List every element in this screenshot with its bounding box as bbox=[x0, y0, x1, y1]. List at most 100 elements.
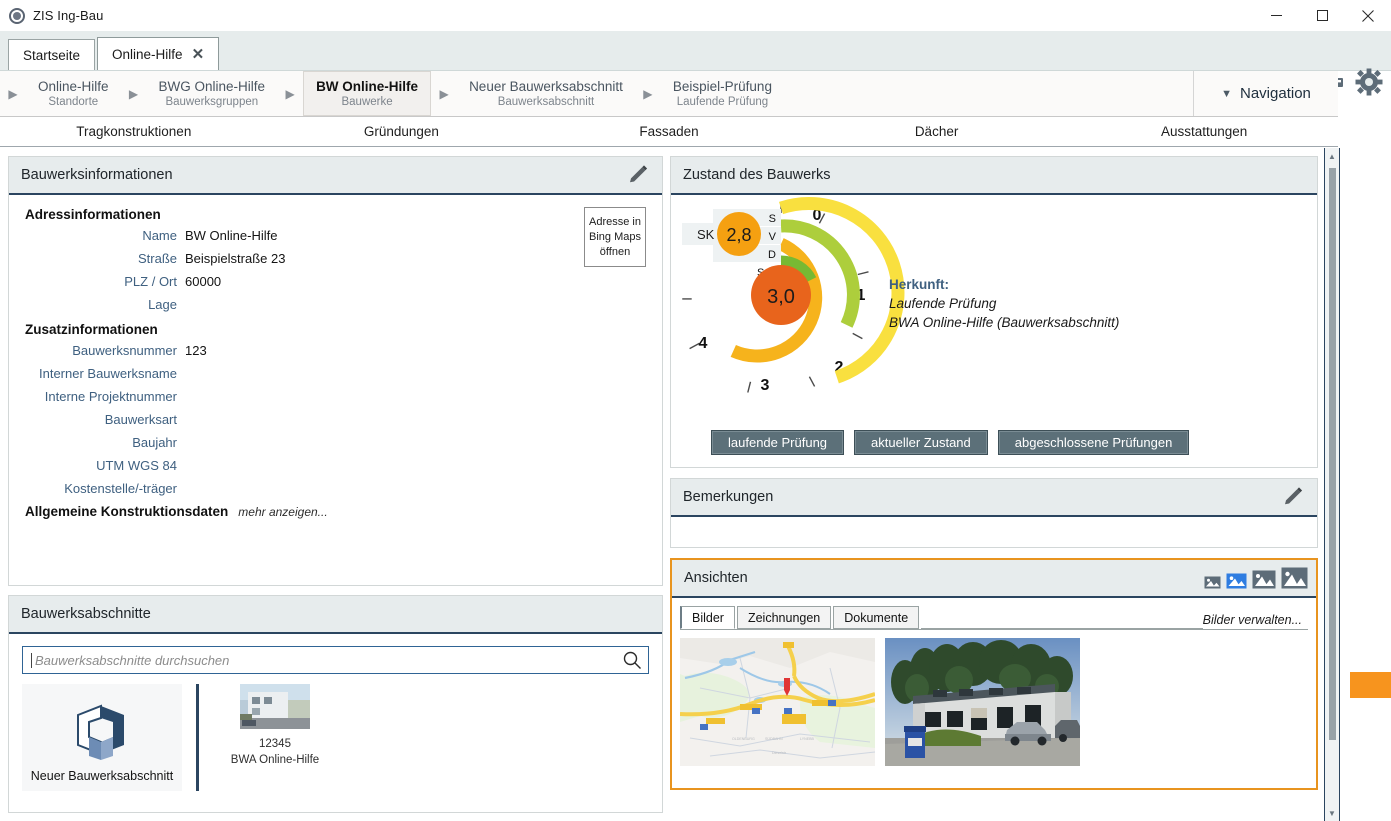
aktueller-zustand-button[interactable]: aktueller Zustand bbox=[854, 430, 988, 455]
breadcrumb: ▶ Online-Hilfe Standorte ▶ BWG Online-Hi… bbox=[0, 71, 1338, 117]
window-title: ZIS Ing-Bau bbox=[33, 8, 104, 23]
breadcrumb-subtitle: Bauwerksabschnitt bbox=[497, 95, 595, 108]
breadcrumb-title: Beispiel-Prüfung bbox=[672, 78, 772, 94]
field-row-name: Name BW Online-Hilfe bbox=[25, 228, 646, 243]
scrollbar-thumb[interactable] bbox=[1329, 168, 1336, 740]
gauge-tick-4: 4 bbox=[699, 335, 708, 352]
konstruktionsdaten-label: Allgemeine Konstruktionsdaten bbox=[25, 504, 229, 519]
field-label: UTM WGS 84 bbox=[96, 458, 177, 473]
search-input[interactable]: Bauwerksabschnitte durchsuchen bbox=[22, 646, 649, 674]
tab-zeichnungen[interactable]: Zeichnungen bbox=[736, 606, 832, 629]
field-label: PLZ / Ort bbox=[124, 274, 177, 289]
ansichten-tab-row: Bilder Zeichnungen Dokumente Bilder verw… bbox=[680, 606, 1308, 630]
bauwerksinformationen-panel: Bauwerksinformationen Adresse in Bing Ma… bbox=[8, 156, 663, 586]
gauge-center-value: 3,0 bbox=[767, 286, 795, 308]
title-bar: ZIS Ing-Bau bbox=[0, 0, 1391, 31]
gear-icon[interactable] bbox=[1355, 68, 1383, 96]
scroll-up-arrow[interactable]: ▲ bbox=[1325, 148, 1339, 164]
image-size-toggle-group bbox=[1204, 566, 1308, 590]
navigation-button[interactable]: ▼ Navigation bbox=[1193, 71, 1338, 116]
tab-startseite[interactable]: Startseite bbox=[8, 39, 96, 70]
field-row-interner-bauwerksname: Interner Bauwerksname bbox=[25, 366, 646, 381]
map-thumbnail[interactable]: OLDENBURG SÜDBAHN LYNEBB Dieselstr bbox=[680, 638, 875, 766]
mehr-anzeigen-link[interactable]: mehr anzeigen... bbox=[238, 505, 327, 519]
building-photo-thumbnail[interactable] bbox=[885, 638, 1080, 766]
field-row-plz-ort: PLZ / Ort 60000 bbox=[25, 274, 646, 289]
orange-marker-block[interactable] bbox=[1350, 672, 1391, 698]
gauge-arc-label-v: V bbox=[769, 231, 777, 243]
panel-header: Zustand des Bauwerks bbox=[671, 157, 1317, 195]
vertical-scrollbar[interactable]: ▲ ▼ bbox=[1324, 148, 1340, 821]
field-value[interactable]: 123 bbox=[185, 343, 207, 358]
gauge-arc-label-d: D bbox=[768, 249, 776, 261]
new-bauwerksabschnitt-button[interactable]: Neuer Bauwerksabschnitt bbox=[22, 684, 182, 791]
pencil-icon[interactable] bbox=[626, 163, 650, 187]
image-size-xs-icon[interactable] bbox=[1204, 575, 1221, 590]
bauwerksabschnitte-list: Neuer Bauwerksabschnitt 12345 BWA Online… bbox=[22, 684, 649, 794]
submenu-item-fassaden[interactable]: Fassaden bbox=[535, 124, 803, 139]
image-size-l-icon[interactable] bbox=[1281, 566, 1308, 590]
svg-text:SÜDBAHN: SÜDBAHN bbox=[765, 737, 783, 741]
building-photo-thumbnail bbox=[240, 684, 310, 729]
submenu-item-tragkonstruktionen[interactable]: Tragkonstruktionen bbox=[0, 124, 268, 139]
field-label: Bauwerksart bbox=[104, 412, 177, 427]
field-label: Bauwerksnummer bbox=[72, 343, 177, 358]
chevron-right-icon: ▶ bbox=[128, 86, 139, 101]
new-bauwerksabschnitt-label: Neuer Bauwerksabschnitt bbox=[30, 769, 174, 783]
submenu-item-daecher[interactable]: Dächer bbox=[803, 124, 1071, 139]
breadcrumb-item-bauwerksabschnitt[interactable]: Neuer Bauwerksabschnitt Bauwerksabschnit… bbox=[457, 71, 635, 116]
panel-header: Bauwerksinformationen bbox=[9, 157, 662, 195]
field-value[interactable]: BW Online-Hilfe bbox=[185, 228, 277, 243]
search-icon[interactable] bbox=[622, 650, 642, 670]
maximize-button[interactable] bbox=[1299, 0, 1345, 31]
breadcrumb-item-bauwerke[interactable]: BW Online-Hilfe Bauwerke bbox=[303, 71, 432, 116]
image-size-s-icon[interactable] bbox=[1226, 572, 1247, 590]
field-value[interactable]: 60000 bbox=[185, 274, 221, 289]
right-gutter bbox=[1339, 148, 1391, 821]
right-column: Zustand des Bauwerks – 0 1 2 3 4 S V D S… bbox=[670, 156, 1318, 790]
tab-online-hilfe[interactable]: Online-Hilfe ✕ bbox=[97, 37, 220, 70]
section-heading-zusatzinformationen: Zusatzinformationen bbox=[25, 322, 158, 337]
field-row-interne-projektnummer: Interne Projektnummer bbox=[25, 389, 646, 404]
field-row-strasse: Straße Beispielstraße 23 bbox=[25, 251, 646, 266]
scroll-down-arrow[interactable]: ▼ bbox=[1325, 805, 1339, 821]
field-value[interactable]: Beispielstraße 23 bbox=[185, 251, 285, 266]
panel-title: Bemerkungen bbox=[683, 489, 774, 505]
minimize-button[interactable] bbox=[1253, 0, 1299, 31]
field-row-lage: Lage bbox=[25, 297, 646, 312]
list-item[interactable]: 12345 BWA Online-Hilfe bbox=[215, 684, 335, 794]
image-size-m-icon[interactable] bbox=[1252, 569, 1276, 590]
submenu-item-gruendungen[interactable]: Gründungen bbox=[268, 124, 536, 139]
breadcrumb-item-laufende-pruefung[interactable]: Beispiel-Prüfung Laufende Prüfung bbox=[661, 71, 784, 116]
list-item-name: BWA Online-Hilfe bbox=[230, 754, 320, 766]
tab-bilder[interactable]: Bilder bbox=[680, 606, 735, 629]
pencil-icon[interactable] bbox=[1281, 485, 1305, 509]
chevron-right-icon: ▶ bbox=[285, 86, 295, 101]
tab-row-spacer bbox=[921, 606, 1203, 629]
bemerkungen-content[interactable] bbox=[671, 517, 1317, 547]
breadcrumb-subtitle: Standorte bbox=[48, 95, 99, 108]
field-label: Interner Bauwerksname bbox=[38, 366, 177, 381]
field-label: Interne Projektnummer bbox=[44, 389, 177, 404]
field-label: Name bbox=[142, 228, 177, 243]
bilder-verwalten-link[interactable]: Bilder verwalten... bbox=[1203, 613, 1308, 629]
submenu-item-ausstattungen[interactable]: Ausstattungen bbox=[1070, 124, 1338, 139]
abgeschlossene-pruefungen-button[interactable]: abgeschlossene Prüfungen bbox=[997, 430, 1190, 455]
chevron-right-icon: ▶ bbox=[8, 86, 18, 101]
breadcrumb-item-bauwerksgruppen[interactable]: BWG Online-Hilfe Bauwerksgruppen bbox=[147, 71, 278, 116]
field-row-baujahr: Baujahr bbox=[25, 435, 646, 450]
tab-list: Startseite Online-Hilfe ✕ bbox=[8, 37, 221, 70]
tab-label: Online-Hilfe bbox=[112, 46, 183, 62]
close-button[interactable] bbox=[1345, 0, 1391, 31]
list-divider bbox=[196, 684, 199, 791]
bing-maps-button[interactable]: Adresse in Bing Maps öffnen bbox=[584, 207, 646, 267]
breadcrumb-item-standorte[interactable]: Online-Hilfe Standorte bbox=[26, 71, 121, 116]
panel-title: Zustand des Bauwerks bbox=[683, 167, 831, 183]
field-row-utm-wgs-84: UTM WGS 84 bbox=[25, 458, 646, 473]
field-row-bauwerksnummer: Bauwerksnummer 123 bbox=[25, 343, 646, 358]
breadcrumb-title: BWG Online-Hilfe bbox=[158, 78, 266, 94]
app-logo-icon bbox=[9, 7, 25, 24]
laufende-pruefung-button[interactable]: laufende Prüfung bbox=[711, 430, 845, 455]
tab-close-icon[interactable]: ✕ bbox=[192, 47, 205, 62]
tab-dokumente[interactable]: Dokumente bbox=[833, 606, 920, 629]
